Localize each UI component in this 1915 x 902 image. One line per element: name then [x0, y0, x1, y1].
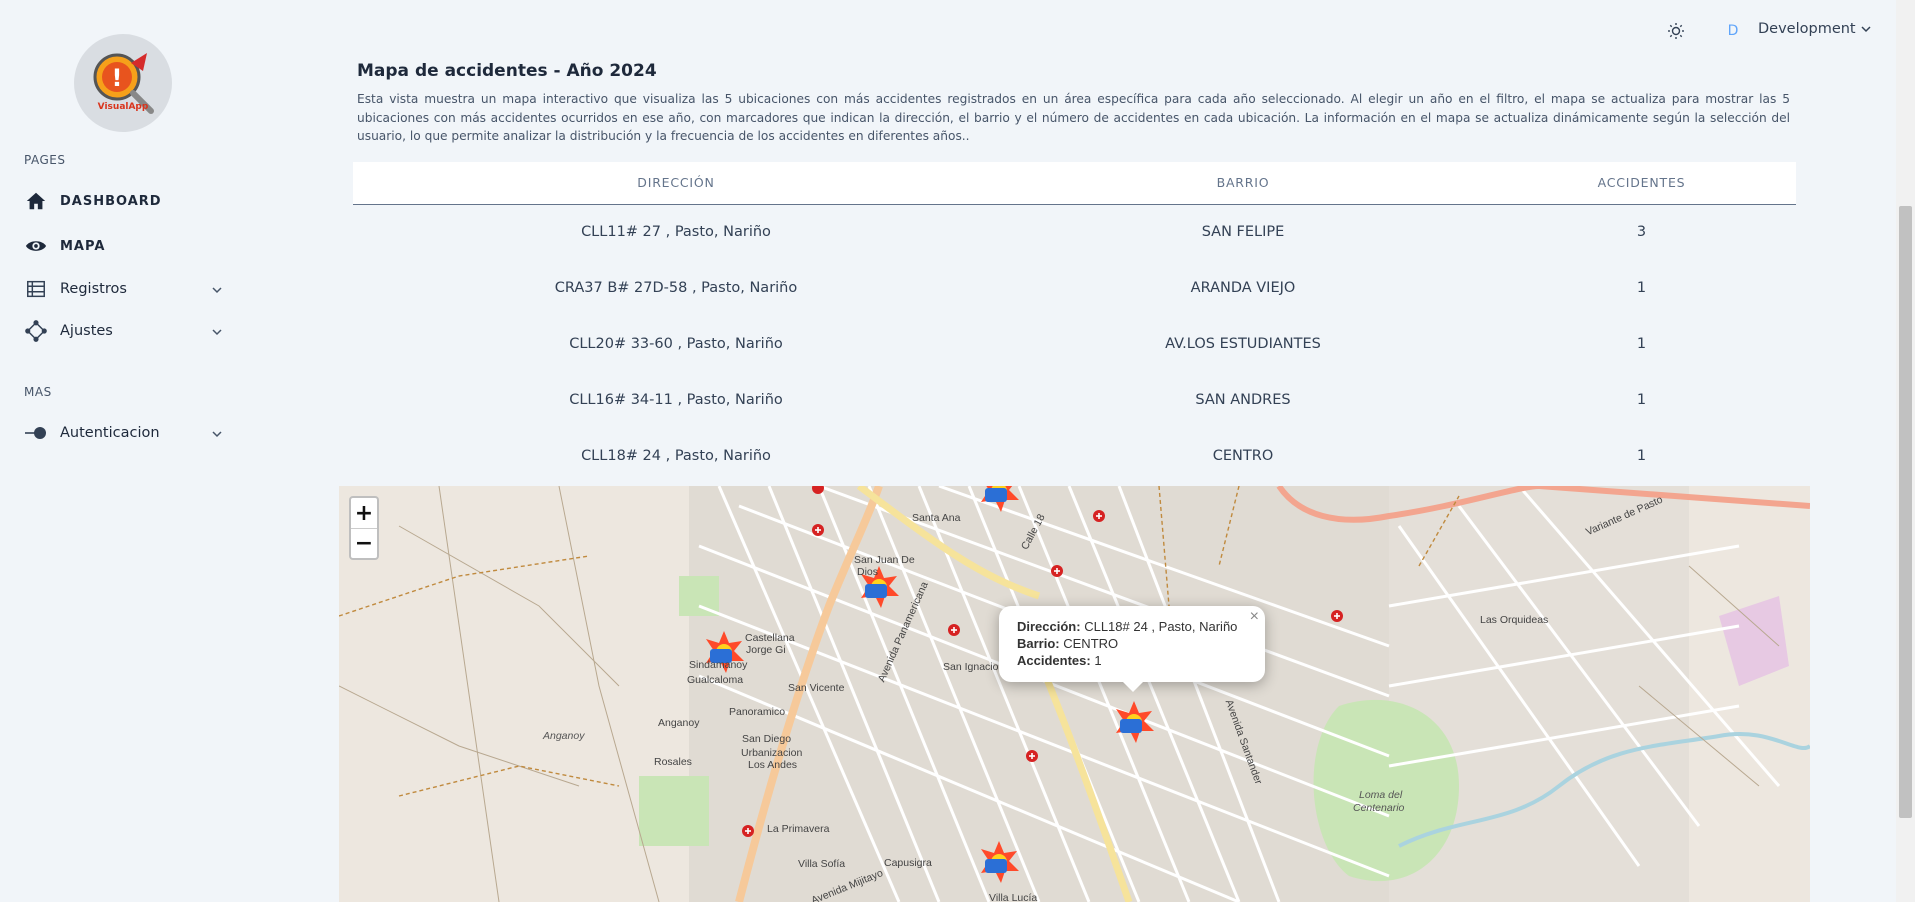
table-row: CLL11# 27 , Pasto, Nariño SAN FELIPE 3 — [353, 204, 1796, 260]
sidebar-item-registros[interactable]: Registros — [24, 277, 127, 301]
cell-direccion: CLL20# 33-60 , Pasto, Nariño — [353, 316, 999, 372]
chevron-down-icon[interactable] — [210, 283, 224, 297]
map-label: San Vicente — [788, 682, 845, 694]
cell-accidentes: 1 — [1487, 372, 1796, 428]
toggle-icon — [24, 421, 48, 445]
cell-barrio: CENTRO — [999, 428, 1487, 484]
map-label: Centenario — [1353, 802, 1405, 814]
map-label: Panoramico — [729, 706, 786, 718]
map-label: Villa Sofía — [798, 858, 846, 870]
avatar[interactable]: D — [1722, 20, 1744, 42]
svg-text:VisualApp: VisualApp — [98, 102, 149, 112]
cell-accidentes: 1 — [1487, 316, 1796, 372]
sidebar: ! VisualApp PAGES DASHBOARD MAPA Registr… — [0, 0, 240, 902]
chevron-down-icon — [1861, 26, 1871, 33]
map-label: La Primavera — [767, 823, 830, 835]
map-label: Los Andes — [748, 759, 798, 771]
chevron-down-icon[interactable] — [210, 325, 224, 339]
visualapp-logo-icon: ! VisualApp — [93, 53, 154, 114]
cell-barrio: SAN ANDRES — [999, 372, 1487, 428]
map-label: San Ignacio — [943, 661, 999, 673]
map-label: Sindamanoy — [689, 659, 748, 671]
svg-text:!: ! — [112, 64, 123, 92]
popup-barrio-label: Barrio: — [1017, 636, 1060, 651]
cell-accidentes: 1 — [1487, 260, 1796, 316]
cell-barrio: ARANDA VIEJO — [999, 260, 1487, 316]
map-label: Villa Lucía — [989, 892, 1038, 902]
table-row: CLL18# 24 , Pasto, Nariño CENTRO 1 — [353, 428, 1796, 484]
close-icon[interactable]: × — [1250, 608, 1259, 625]
popup-accidentes: 1 — [1094, 653, 1102, 668]
map-label: Las Orquideas — [1480, 614, 1549, 626]
map-label: San Diego — [742, 733, 792, 745]
accidents-map[interactable]: Santa Ana San Juan De Dios Castellana Jo… — [339, 486, 1810, 902]
table-row: CLL20# 33-60 , Pasto, Nariño AV.LOS ESTU… — [353, 316, 1796, 372]
popup-barrio: CENTRO — [1063, 636, 1119, 651]
environment-dropdown[interactable]: Development — [1758, 21, 1872, 37]
map-label: Dios — [857, 566, 879, 578]
accidents-table: DIRECCIÓN BARRIO ACCIDENTES CLL11# 27 , … — [353, 162, 1796, 484]
home-icon — [24, 189, 48, 213]
sidebar-item-label: DASHBOARD — [60, 193, 162, 209]
cell-direccion: CLL11# 27 , Pasto, Nariño — [353, 204, 999, 260]
table-row: CLL16# 34-11 , Pasto, Nariño SAN ANDRES … — [353, 372, 1796, 428]
popup-accidentes-label: Accidentes: — [1017, 653, 1091, 668]
sidebar-item-mapa[interactable]: MAPA — [24, 234, 105, 258]
map-label: Anganoy — [658, 717, 700, 729]
map-label: Santa Ana — [912, 512, 961, 524]
map-label: Loma del — [1359, 789, 1403, 801]
sidebar-item-label: Autenticacion — [60, 425, 160, 441]
map-tiles — [339, 486, 1810, 902]
sidebar-item-autenticacion[interactable]: Autenticacion — [24, 421, 160, 445]
popup-direccion: CLL18# 24 , Pasto, Nariño — [1084, 619, 1238, 634]
scrollbar-thumb[interactable] — [1899, 206, 1912, 818]
cell-accidentes: 3 — [1487, 204, 1796, 260]
cell-barrio: SAN FELIPE — [999, 204, 1487, 260]
mas-section-label: MAS — [24, 385, 52, 399]
map-popup: × Dirección: CLL18# 24 , Pasto, Nariño B… — [999, 606, 1265, 692]
map-label: Rosales — [654, 756, 692, 768]
sun-icon[interactable] — [1667, 22, 1685, 40]
page-scrollbar[interactable] — [1896, 0, 1915, 902]
app-logo[interactable]: ! VisualApp — [74, 34, 172, 132]
popup-direccion-label: Dirección: — [1017, 619, 1081, 634]
map-label: Capusigra — [884, 857, 932, 869]
cell-direccion: CLL18# 24 , Pasto, Nariño — [353, 428, 999, 484]
page-title: Mapa de accidentes - Año 2024 — [357, 61, 657, 81]
table-row: CRA37 B# 27D-58 , Pasto, Nariño ARANDA V… — [353, 260, 1796, 316]
map-label: San Juan De — [854, 554, 915, 566]
sidebar-item-label: Ajustes — [60, 323, 113, 339]
pages-section-label: PAGES — [24, 153, 66, 167]
zoom-out-button[interactable]: − — [351, 528, 377, 558]
column-header-accidentes: ACCIDENTES — [1487, 162, 1796, 205]
map-label: Anganoy — [543, 730, 585, 742]
sidebar-item-ajustes[interactable]: Ajustes — [24, 319, 113, 343]
environment-label: Development — [1758, 21, 1856, 37]
nodes-icon — [24, 319, 48, 343]
column-header-barrio: BARRIO — [999, 162, 1487, 205]
zoom-control: + − — [349, 496, 379, 560]
sidebar-item-label: Registros — [60, 281, 127, 297]
sidebar-item-dashboard[interactable]: DASHBOARD — [24, 189, 162, 213]
cell-barrio: AV.LOS ESTUDIANTES — [999, 316, 1487, 372]
map-label: Castellana — [745, 632, 795, 644]
map-label: Urbanizacion — [741, 747, 803, 759]
column-header-direccion: DIRECCIÓN — [353, 162, 999, 205]
sidebar-item-label: MAPA — [60, 238, 106, 254]
cell-direccion: CLL16# 34-11 , Pasto, Nariño — [353, 372, 999, 428]
zoom-in-button[interactable]: + — [351, 498, 377, 528]
eye-icon — [24, 234, 48, 258]
cell-accidentes: 1 — [1487, 428, 1796, 484]
cell-direccion: CRA37 B# 27D-58 , Pasto, Nariño — [353, 260, 999, 316]
page-description: Esta vista muestra un mapa interactivo q… — [357, 92, 1790, 143]
table-icon — [24, 277, 48, 301]
map-label: Gualcaloma — [687, 674, 744, 686]
chevron-down-icon[interactable] — [210, 427, 224, 441]
map-label: Jorge Gi — [746, 644, 786, 656]
